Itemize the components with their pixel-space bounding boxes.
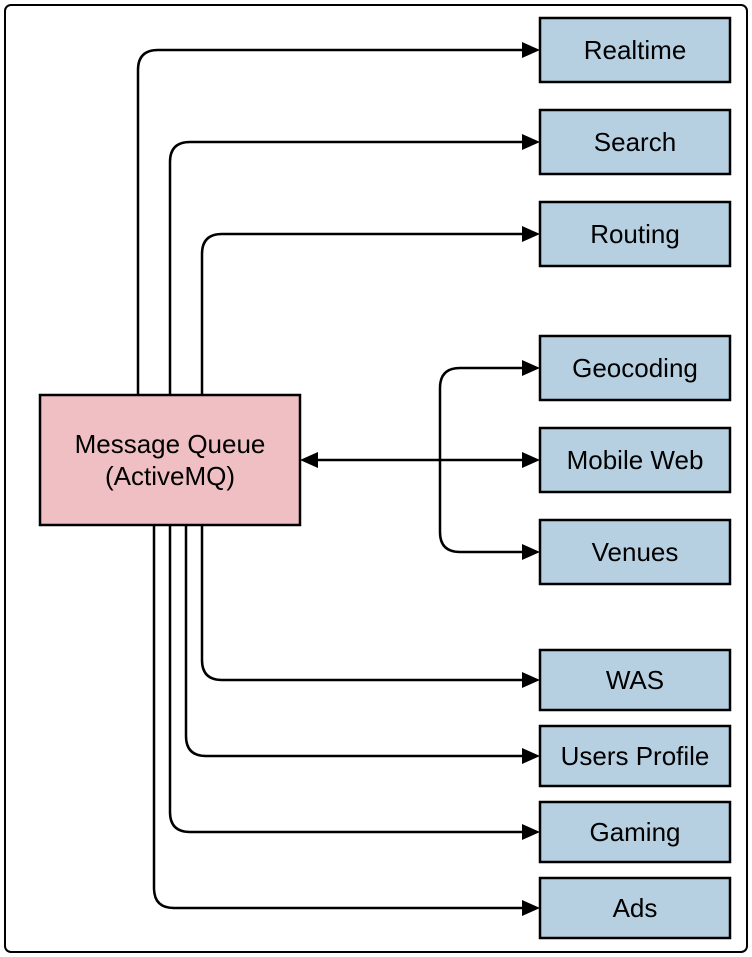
service-users-profile: Users Profile <box>540 726 730 786</box>
arrowhead-icon <box>522 134 540 150</box>
central-label-line2: (ActiveMQ) <box>105 461 235 491</box>
service-label: Geocoding <box>572 353 698 383</box>
arrow-to-realtime <box>138 50 522 395</box>
arrow-to-venues <box>440 460 522 552</box>
service-label: Venues <box>592 537 679 567</box>
service-label: Realtime <box>584 35 687 65</box>
arrow-to-ads <box>154 525 522 908</box>
service-label: Search <box>594 127 676 157</box>
service-search: Search <box>540 110 730 174</box>
arrow-to-was <box>202 525 522 680</box>
arrow-to-geocoding <box>440 368 522 460</box>
service-label: Gaming <box>589 817 680 847</box>
service-label: WAS <box>606 665 664 695</box>
service-label: Routing <box>590 219 680 249</box>
service-label: Ads <box>613 893 658 923</box>
arrowhead-icon <box>300 452 318 468</box>
arrow-to-gaming <box>170 525 522 832</box>
service-realtime: Realtime <box>540 18 730 82</box>
service-routing: Routing <box>540 202 730 266</box>
service-label: Users Profile <box>561 741 710 771</box>
service-geocoding: Geocoding <box>540 336 730 400</box>
service-ads: Ads <box>540 878 730 938</box>
arrow-to-users-profile <box>186 525 522 756</box>
service-label: Mobile Web <box>567 445 704 475</box>
service-was: WAS <box>540 650 730 710</box>
central-message-queue: Message Queue (ActiveMQ) <box>40 395 300 525</box>
service-mobile-web: Mobile Web <box>540 428 730 492</box>
arrowhead-icon <box>522 544 540 560</box>
central-label-line1: Message Queue <box>75 429 266 459</box>
arrowhead-icon <box>522 360 540 376</box>
arrowhead-icon <box>522 226 540 242</box>
arrow-to-routing <box>202 234 522 395</box>
arrowhead-icon <box>522 42 540 58</box>
arrowhead-icon <box>522 452 540 468</box>
service-gaming: Gaming <box>540 802 730 862</box>
arrow-to-search <box>170 142 522 395</box>
diagram-canvas: Realtime Search Routing Geocoding Mobile… <box>0 0 752 957</box>
service-venues: Venues <box>540 520 730 584</box>
